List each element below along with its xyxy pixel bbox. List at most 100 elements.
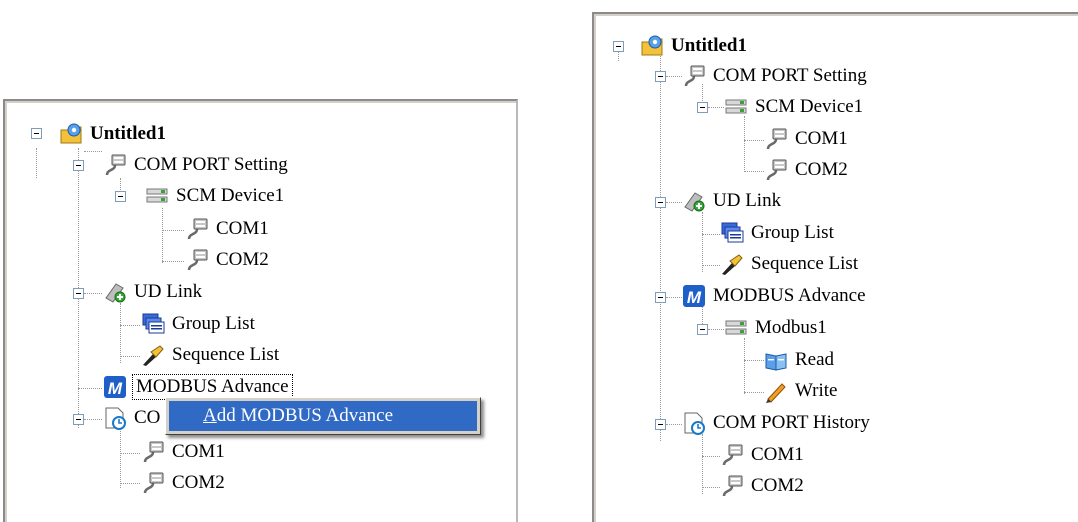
left-tree: Untitled1 COM PORT Setting SCM Device1 C… [7, 103, 516, 522]
tree-node-label: Sequence List [751, 253, 859, 274]
right-tree-panel: Untitled1 COM PORT Setting SCM Device1 C… [592, 12, 1078, 522]
left-tree-frame: Untitled1 COM PORT Setting SCM Device1 C… [5, 101, 516, 522]
tree-node-label: COM1 [751, 444, 804, 465]
collapse-toggle-scm-device[interactable] [697, 102, 708, 113]
tree-node-label: Write [795, 380, 838, 401]
tree-node-com-port-history[interactable]: COM PORT History [682, 409, 872, 437]
tree-node-label: COM2 [751, 475, 804, 496]
tree-node-label: Untitled1 [90, 123, 166, 144]
plug-icon [722, 474, 744, 498]
collapse-toggle-scm-device[interactable] [115, 191, 126, 202]
ud-link-icon [105, 283, 126, 303]
tree-node-label: COM2 [172, 472, 225, 493]
device-icon [725, 99, 747, 114]
tree-node-label: COM2 [795, 159, 848, 180]
plug-icon [684, 64, 706, 88]
tree-node-ud-link[interactable]: UD Link [682, 187, 783, 215]
collapse-toggle-com-port-setting[interactable] [655, 71, 666, 82]
tree-node-history-com2[interactable]: COM2 [720, 472, 806, 500]
tree-node-group-list[interactable]: Group List [720, 219, 836, 247]
tree-node-root[interactable]: Untitled1 [59, 120, 168, 148]
group-list-icon [721, 222, 744, 243]
tree-node-label: UD Link [134, 281, 203, 302]
tree-node-com-port-history[interactable]: CO [103, 404, 162, 432]
collapse-toggle-root[interactable] [31, 128, 42, 139]
collapse-toggle-com-port-history[interactable] [73, 414, 84, 425]
collapse-toggle-com-port-setting[interactable] [73, 160, 84, 171]
tree-node-label: Group List [172, 313, 255, 334]
tree-node-group-list[interactable]: Group List [141, 310, 257, 338]
right-tree-frame: Untitled1 COM PORT Setting SCM Device1 C… [594, 14, 1078, 522]
group-list-icon [142, 313, 165, 334]
tree-node-label: Read [795, 349, 835, 370]
plug-icon [187, 217, 209, 241]
tree-node-label: Untitled1 [671, 35, 747, 56]
tree-node-modbus-advance[interactable]: MODBUS Advance [682, 282, 868, 310]
tree-node-sequence-list[interactable]: Sequence List [720, 250, 860, 278]
tree-node-label: SCM Device1 [176, 185, 285, 206]
tree-node-com1[interactable]: COM1 [764, 125, 850, 153]
sequence-list-icon [142, 345, 164, 367]
project-icon [60, 123, 82, 144]
tree-node-label: MODBUS Advance [713, 285, 866, 306]
menu-accelerator: A [203, 405, 217, 426]
modbus-icon [104, 376, 126, 398]
pencil-icon [765, 383, 786, 403]
tree-node-label: COM2 [216, 249, 269, 270]
tree-node-history-com1[interactable]: COM1 [720, 441, 806, 469]
tree-node-label: COM1 [216, 218, 269, 239]
tree-node-label: Sequence List [172, 344, 280, 365]
plug-icon [143, 440, 165, 464]
book-icon [765, 353, 787, 371]
tree-node-label: COM PORT Setting [134, 154, 288, 175]
tree-node-ud-link[interactable]: UD Link [103, 278, 204, 306]
tree-node-label: COM PORT Setting [713, 65, 867, 86]
history-icon [105, 407, 126, 430]
tree-node-root[interactable]: Untitled1 [640, 32, 749, 60]
tree-node-label: CO [134, 407, 161, 428]
sequence-list-icon [721, 254, 743, 276]
tree-node-read[interactable]: Read [764, 346, 836, 374]
tree-node-label: Group List [751, 222, 834, 243]
tree-node-com-port-setting[interactable]: COM PORT Setting [103, 151, 290, 179]
collapse-toggle-ud-link[interactable] [73, 288, 84, 299]
plug-icon [143, 471, 165, 495]
collapse-toggle-modbus1[interactable] [697, 324, 708, 335]
tree-node-com2[interactable]: COM2 [185, 246, 271, 274]
tree-node-label: COM1 [172, 441, 225, 462]
tree-node-com2[interactable]: COM2 [764, 156, 850, 184]
collapse-toggle-com-port-history[interactable] [655, 419, 666, 430]
right-tree: Untitled1 COM PORT Setting SCM Device1 C… [596, 16, 1078, 522]
tree-node-scm-device[interactable]: SCM Device1 [145, 182, 286, 210]
tree-node-com-port-setting[interactable]: COM PORT Setting [682, 62, 869, 90]
collapse-toggle-modbus-advance[interactable] [655, 292, 666, 303]
ud-link-icon [684, 192, 705, 212]
context-menu: Add MODBUS Advance [165, 397, 481, 435]
tree-node-history-com2[interactable]: COM2 [141, 469, 227, 497]
plug-icon [766, 127, 788, 151]
tree-node-history-com1[interactable]: COM1 [141, 438, 227, 466]
left-tree-panel: Untitled1 COM PORT Setting SCM Device1 C… [3, 99, 518, 522]
history-icon [684, 412, 705, 435]
tree-node-label: COM PORT History [713, 412, 870, 433]
plug-icon [187, 248, 209, 272]
device-icon [146, 188, 168, 203]
tree-node-write[interactable]: Write [764, 377, 840, 405]
device-icon [725, 320, 747, 335]
project-icon [641, 35, 663, 56]
menu-item-add-modbus-advance[interactable]: Add MODBUS Advance [169, 401, 477, 431]
collapse-toggle-root[interactable] [613, 41, 624, 52]
tree-node-label: SCM Device1 [755, 96, 864, 117]
plug-icon [766, 158, 788, 182]
tree-node-sequence-list[interactable]: Sequence List [141, 341, 281, 369]
tree-node-com1[interactable]: COM1 [185, 215, 271, 243]
tree-node-modbus1[interactable]: Modbus1 [724, 314, 829, 342]
modbus-icon [683, 285, 705, 307]
tree-node-scm-device[interactable]: SCM Device1 [724, 93, 865, 121]
menu-item-label: dd MODBUS Advance [216, 405, 394, 426]
tree-node-label: Modbus1 [755, 317, 827, 338]
plug-icon [722, 443, 744, 467]
tree-node-label: UD Link [713, 190, 782, 211]
tree-node-label: COM1 [795, 128, 848, 149]
collapse-toggle-ud-link[interactable] [655, 197, 666, 208]
